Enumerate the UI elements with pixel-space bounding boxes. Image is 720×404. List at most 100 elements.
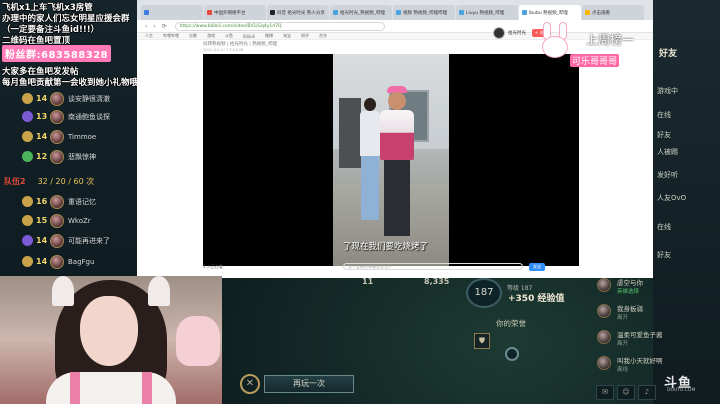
avatar [597, 356, 611, 370]
friend-status: 发好听 [657, 171, 678, 179]
rank-emblem-icon [22, 196, 33, 207]
team1-player: 14 谈安静很清澈 [22, 91, 110, 106]
play-again-button[interactable]: 再玩一次 [264, 375, 354, 393]
friend-list-item[interactable]: 我身板弱 离开 [597, 302, 653, 324]
player-name: Timmoe [68, 132, 97, 141]
favicon-icon [585, 10, 590, 15]
favicon-icon [207, 10, 212, 15]
bookmark-item[interactable]: 斗鱼 [225, 33, 233, 39]
avatar [50, 91, 64, 106]
rank-emblem-icon [22, 215, 33, 226]
player-level: 13 [36, 112, 48, 121]
avatar[interactable] [493, 27, 505, 39]
bookmark-item[interactable]: 京东 [319, 33, 327, 39]
honor-badge-icon[interactable]: ⛊ [474, 333, 490, 349]
friend-status: 离开 [617, 315, 629, 321]
bookmark-item[interactable]: 游戏 [207, 33, 215, 39]
rank-emblem-icon [22, 256, 33, 267]
bookmark-item[interactable]: Bilibili [243, 34, 255, 39]
close-icon[interactable]: ✕ [240, 374, 260, 394]
tab-label: 抖音 拾光时光 熟人分享 [277, 10, 325, 16]
voice-icon[interactable]: ♪ [638, 385, 656, 400]
browser-tab[interactable]: 点击观看 [582, 5, 644, 20]
browser-tab[interactable]: 视频 熟视频_哔哩哔哩 [393, 5, 455, 20]
browser-tab[interactable]: 中国外网络平台 [204, 5, 266, 20]
author-name[interactable]: 拾光时光 [508, 30, 526, 36]
friend-status: 游戏中 [657, 87, 678, 95]
player-name: WkoZr [68, 216, 91, 225]
friend-list-item[interactable]: 叫我小天就好啊 离线 [597, 354, 663, 376]
bookmark-item[interactable]: 谷歌 [189, 33, 197, 39]
stream-root: 飞机x1上车飞机x3房管 办理中的家人们忘女明星应援会群 （一定要备注斗鱼id!… [0, 0, 720, 404]
player-name: 南通鲍鱼谈探 [68, 112, 110, 121]
player-level: 14 [36, 132, 48, 141]
bookmark-item[interactable]: 哔哩哔哩 [163, 33, 179, 39]
rank-name: 可乐哥哥哥 [570, 54, 620, 67]
favicon-icon [459, 10, 464, 15]
browser-tab-active[interactable]: lbubu 熟视频_哔哩 [519, 5, 581, 20]
friend-status: 离开 [617, 341, 629, 347]
avatar [597, 304, 611, 318]
player-name: 悲飘惊神 [68, 152, 96, 161]
team2-player: 14 可能再进来了 [22, 233, 110, 248]
friend-name: 叫我小天就好啊 [617, 357, 663, 365]
friend-list-item[interactable]: 温柔可爱鱼子酱 离开 [597, 328, 663, 350]
tab-label: 拾光时光_熟视频_哔哩 [340, 10, 385, 16]
friends-icon[interactable]: ☺ [617, 385, 635, 400]
friends-panel: 好友 游戏中 在线 好友 人被踢 发好听 人友OvO 在线 好友 [653, 0, 720, 404]
avatar [597, 278, 611, 292]
game-stats-row: 11 8,335 [222, 276, 472, 288]
tab-bar: 中国外网络平台 抖音 拾光时光 熟人分享 拾光时光_熟视频_哔哩 视频 熟视频_… [137, 0, 653, 20]
player-level: 12 [36, 152, 48, 161]
nav-arrows-icon[interactable]: ‹ › ⟳ [145, 23, 169, 30]
honor-title: 你的荣誉 [496, 319, 526, 328]
friend-status: 人被踢 [657, 148, 678, 156]
team1-player: 12 悲飘惊神 [22, 149, 96, 164]
bookmark-item[interactable]: 知乎 [301, 33, 309, 39]
message-icon[interactable]: ✉ [596, 385, 614, 400]
rank-emblem-icon [22, 235, 33, 246]
rank-title: 上周榜一 [586, 33, 635, 47]
rank-emblem-icon [22, 131, 33, 142]
friend-name: 我身板弱 [617, 305, 643, 313]
webcam-feed [0, 276, 222, 404]
streamer-face [80, 296, 138, 366]
avatar [50, 194, 64, 209]
browser-tab[interactable]: 抖音 拾光时光 熟人分享 [267, 5, 329, 20]
plush-toy [176, 316, 220, 366]
friend-status: 人友OvO [657, 194, 687, 202]
level-ring: 187 [466, 278, 502, 308]
friend-list-item[interactable]: 虐空与你 英雄选择 [597, 276, 653, 298]
bookmark-item[interactable]: 淘宝 [283, 33, 291, 39]
stat-value: 11 [362, 277, 374, 286]
danmaku-input[interactable]: 发个友善的弹幕见证当下 [343, 263, 523, 270]
rank-emblem-icon [22, 93, 33, 104]
bottom-toolbar: ✉ ☺ ♪ [596, 385, 659, 400]
overlay-promo: 每月鱼吧贡献第一会收到她小礼物哦 [2, 78, 139, 88]
favicon-icon [144, 10, 149, 15]
favicon-icon [522, 10, 527, 15]
avatar [50, 149, 64, 164]
team1-player: 14 Timmoe [22, 129, 96, 144]
friend-name: 虐空与你 [617, 279, 643, 287]
video-bottom-bar: 1 人正在看 发个友善的弹幕见证当下 发送 [203, 262, 579, 271]
avatar [50, 213, 64, 228]
video-player[interactable]: 了现在我们要吃烧烤了 [203, 54, 579, 266]
browser-tab[interactable] [141, 5, 203, 20]
team2-player: 16 重语记忆 [22, 194, 96, 209]
team2-score: 32 / 20 / 60 次 [37, 177, 95, 186]
send-button[interactable]: 发送 [529, 262, 545, 271]
browser-tab[interactable]: 拾光时光_熟视频_哔哩 [330, 5, 392, 20]
left-overlay-panel: 飞机x1上车飞机x3房管 办理中的家人们忘女明星应援会群 （一定要备注斗鱼id!… [0, 0, 139, 276]
favicon-icon [396, 10, 401, 15]
browser-tab[interactable]: Liuyu 熟视频_哔哩 [456, 5, 518, 20]
address-bar[interactable]: https://www.bilibili.com/video/BV1iGq4y1… [174, 21, 385, 31]
player-name: 可能再进来了 [68, 236, 110, 245]
bookmark-item[interactable]: 微博 [265, 33, 273, 39]
video-subtitle: 了现在我们要吃烧烤了 [343, 242, 429, 252]
rank-emblem-icon [22, 151, 33, 162]
player-level: 14 [36, 257, 48, 266]
bookmark-item[interactable]: 人生 [145, 33, 153, 39]
tab-label: Liuyu 熟视频_哔哩 [466, 10, 505, 16]
douyu-domain: DOUYU.COM [667, 388, 696, 393]
